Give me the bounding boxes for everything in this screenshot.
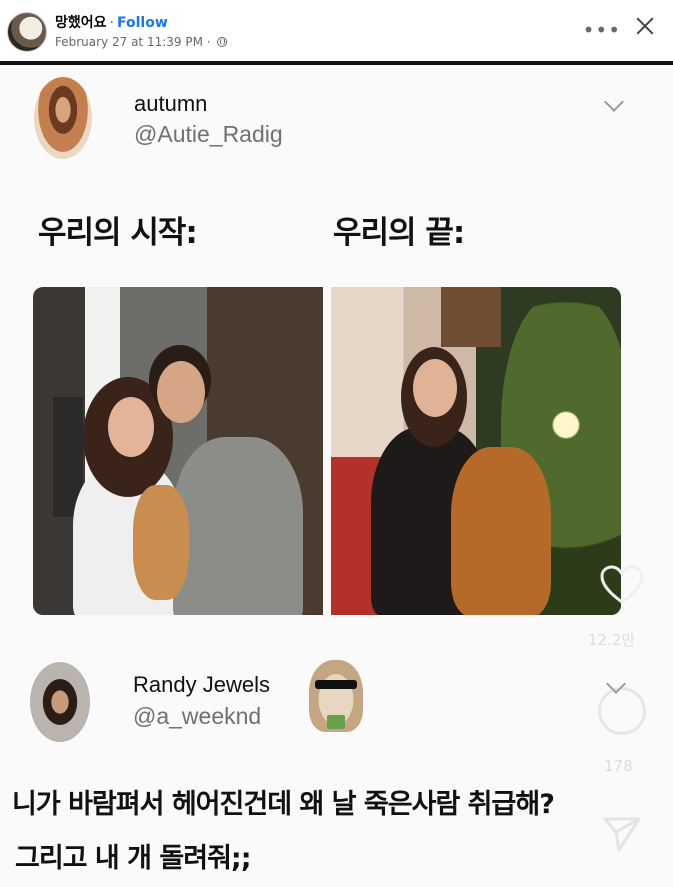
author-row: 망했어요 · Follow [55,12,168,32]
meta-separator: · [206,35,211,49]
money-stack [327,715,345,729]
woman-face [413,359,457,417]
sunglasses [315,680,357,689]
more-options-icon[interactable]: ••• [583,20,621,40]
chevron-down-icon [604,92,624,112]
woman-face [108,397,154,457]
man-face [157,361,205,423]
tweet2-handle: @a_weeknd [133,703,262,729]
comment-count: 178 [604,757,633,775]
comment-icon[interactable] [598,687,646,735]
post-meta: February 27 at 11:39 PM · [55,35,228,49]
tweet2-name: Randy Jewels [133,672,270,697]
puppy [133,485,189,600]
close-icon[interactable] [633,14,657,38]
autumn-avatar [34,77,92,159]
caption-start: 우리의 시작: [38,215,198,251]
reply-line-1: 니가 바람펴서 헤어진건데 왜 날 죽은사람 취급해? [12,789,555,820]
like-count: 12.2만 [588,631,636,649]
quokka-sticker [309,660,363,732]
author-name[interactable]: 망했어요 [55,15,107,31]
post-header: 망했어요 · Follow February 27 at 11:39 PM · ••… [0,0,673,62]
send-icon[interactable] [602,813,642,853]
reply-line-2: 그리고 내 개 돌려줘;; [15,843,252,874]
follow-button[interactable]: Follow [117,15,168,31]
man-body [173,437,303,615]
window-frame [441,287,501,347]
post-image[interactable]: autumn @Autie_Radig 우리의 시작: 우리의 끝: 12.2만… [0,65,673,887]
separator-dot: · [109,15,114,31]
post-timestamp[interactable]: February 27 at 11:39 PM [55,35,203,49]
tweet1-name: autumn [134,91,208,116]
randy-avatar [30,662,90,742]
photo-woman-with-dog [331,287,621,615]
golden-retriever [451,447,551,615]
caption-end: 우리의 끝: [333,215,465,251]
author-avatar[interactable] [7,12,47,52]
globe-icon [217,37,228,47]
photo-couple-with-puppy [33,287,323,615]
tweet1-handle: @Autie_Radig [134,121,283,147]
heart-icon[interactable] [600,565,644,605]
